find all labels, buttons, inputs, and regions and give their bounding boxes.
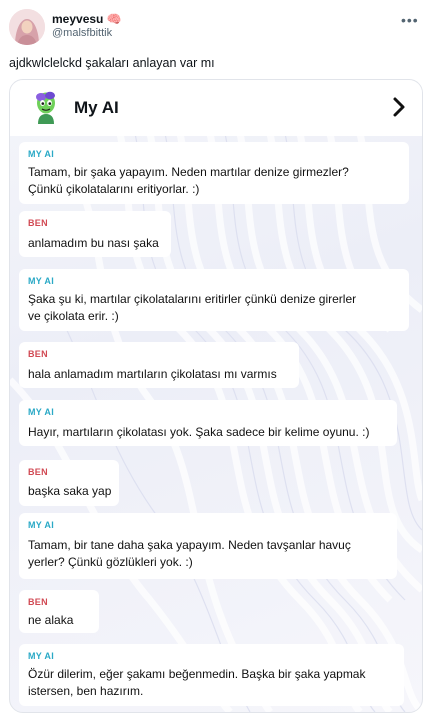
chat-screenshot-image[interactable]: My AI MY AI Tamam, bir şaka yapayım. Ned… — [9, 79, 423, 713]
ai-message: MY AI Hayır, martıların çikolatası yok. … — [19, 400, 397, 446]
message-line: Hayır, martıların çikolatası yok. Şaka s… — [28, 425, 370, 439]
message-line: yerler? Çünkü gözlükleri yok. :) — [28, 555, 193, 569]
ai-message: MY AI Özür dilerim, eğer şakamı beğenmed… — [19, 644, 404, 706]
user-message: BEN başka saka yap — [19, 460, 119, 506]
user-message: BEN hala anlamadım martıların çikolatası… — [19, 342, 299, 388]
brain-icon: 🧠 — [106, 12, 122, 26]
ai-message: MY AI Tamam, bir şaka yapayım. Neden mar… — [19, 142, 409, 204]
my-ai-avatar-icon — [36, 91, 55, 124]
sender-label: MY AI — [28, 520, 55, 530]
sender-label: MY AI — [28, 407, 55, 417]
message-line: Tamam, bir şaka yapayım. Neden martılar … — [28, 165, 349, 179]
user-handle[interactable]: @malsfbittik — [52, 27, 112, 39]
avatar[interactable] — [9, 9, 45, 45]
message-line: istersen, ben hazırım. — [28, 684, 144, 698]
sender-label: MY AI — [28, 651, 55, 661]
message-line: Özür dilerim, eğer şakamı beğenmedin. Ba… — [28, 667, 366, 681]
sender-label: BEN — [28, 597, 48, 607]
chat-title: My AI — [74, 98, 119, 117]
message-line: ne alaka — [28, 613, 74, 627]
user-message: BEN anlamadım bu nası şaka — [19, 211, 171, 257]
post-text: ajdkwlclelckd şakaları anlayan var mı — [9, 56, 215, 70]
chat-header: My AI — [10, 80, 422, 136]
chevron-right-icon[interactable] — [391, 96, 407, 118]
username[interactable]: meyvesu 🧠 — [52, 12, 122, 26]
post-header: meyvesu 🧠 @malsfbittik ••• — [0, 0, 432, 50]
message-line: başka saka yap — [28, 484, 112, 498]
more-options-icon[interactable]: ••• — [401, 12, 419, 28]
message-line: Çünkü çikolatalarını eritiyorlar. :) — [28, 182, 200, 196]
ai-message: MY AI Şaka şu ki, martılar çikolataların… — [19, 269, 409, 331]
sender-label: BEN — [28, 467, 48, 477]
sender-label: BEN — [28, 218, 48, 228]
message-line: hala anlamadım martıların çikolatası mı … — [28, 367, 277, 381]
message-line: anlamadım bu nası şaka — [28, 236, 159, 250]
message-line: Tamam, bir tane daha şaka yapayım. Neden… — [28, 538, 351, 552]
user-message: BEN ne alaka — [19, 590, 99, 633]
sender-label: MY AI — [28, 276, 55, 286]
ai-message: MY AI Tamam, bir tane daha şaka yapayım.… — [19, 513, 397, 579]
sender-label: MY AI — [28, 149, 55, 159]
sender-label: BEN — [28, 349, 48, 359]
message-line: ve çikolata erir. :) — [28, 309, 119, 323]
message-line: Şaka şu ki, martılar çikolatalarını erit… — [28, 292, 357, 306]
